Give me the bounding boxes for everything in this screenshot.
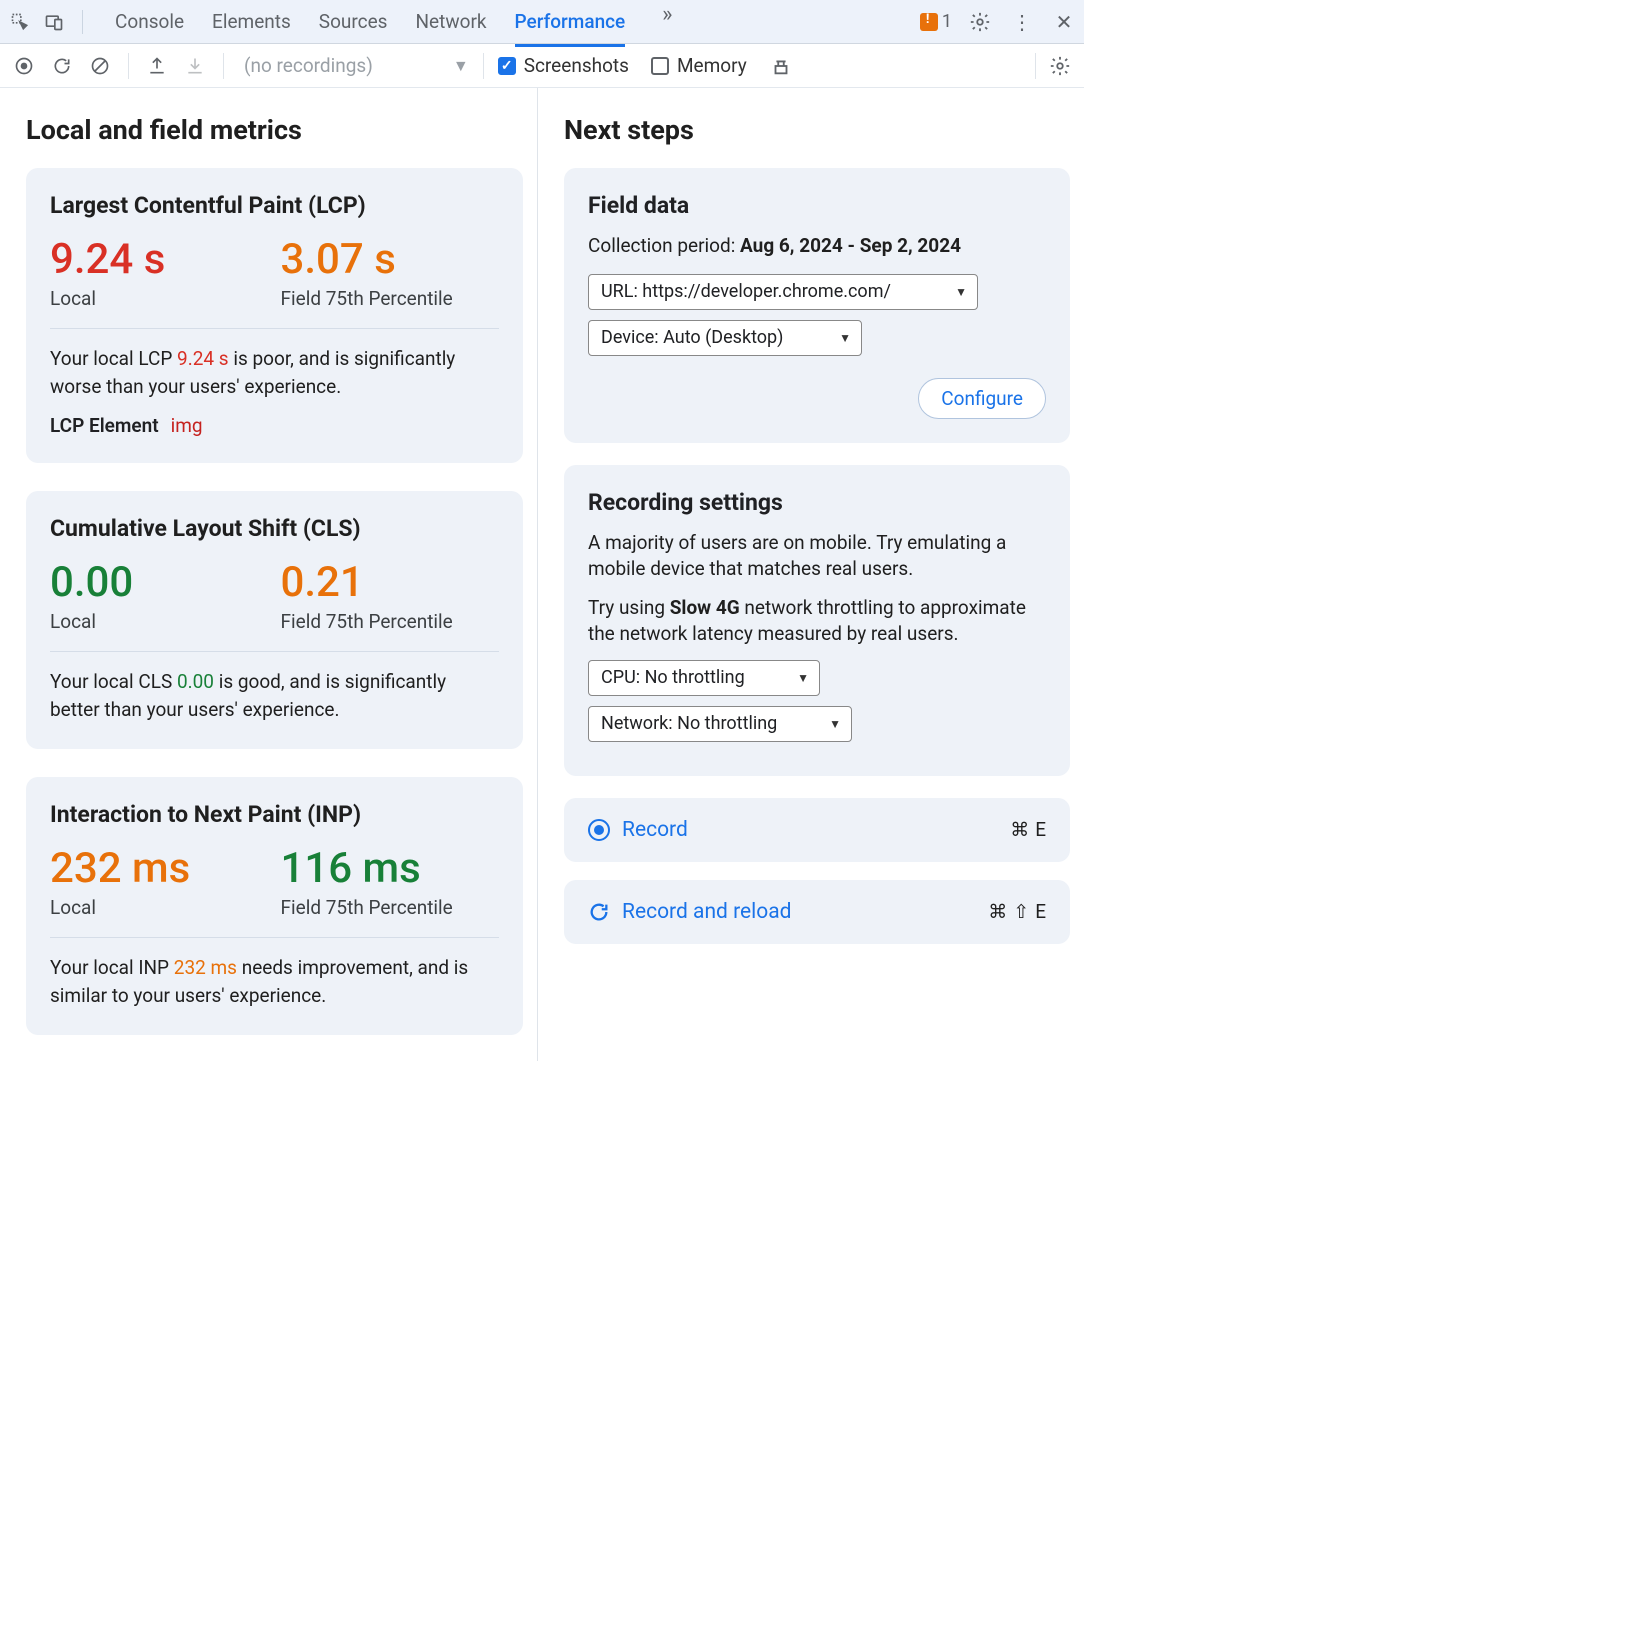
chevron-down-icon: ▼ (797, 671, 809, 685)
device-toolbar-icon[interactable] (40, 8, 68, 36)
cls-field-value: 0.21 (281, 562, 500, 604)
screenshots-label: Screenshots (524, 54, 629, 77)
lcp-local-label: Local (50, 287, 269, 310)
close-icon[interactable]: ✕ (1050, 8, 1078, 36)
lcp-field-label: Field 75th Percentile (281, 287, 500, 310)
record-icon (588, 819, 610, 841)
cls-card: Cumulative Layout Shift (CLS) 0.00 Local… (26, 491, 523, 749)
inspect-element-icon[interactable] (6, 8, 34, 36)
tab-elements[interactable]: Elements (212, 0, 291, 43)
memory-checkbox[interactable]: Memory (651, 54, 747, 77)
performance-toolbar: (no recordings) ▼ Screenshots Memory (0, 44, 1084, 88)
tab-console[interactable]: Console (115, 0, 184, 43)
cls-field-label: Field 75th Percentile (281, 610, 500, 633)
collection-period: Collection period: Aug 6, 2024 - Sep 2, … (588, 233, 1046, 260)
lcp-field-value: 3.07 s (281, 239, 500, 281)
chevron-down-icon: ▼ (829, 717, 841, 731)
next-steps-heading: Next steps (564, 114, 1070, 146)
tab-performance[interactable]: Performance (515, 0, 626, 43)
lcp-element-label: LCP Element (50, 414, 159, 437)
lcp-explain: Your local LCP 9.24 s is poor, and is si… (50, 345, 499, 400)
settings-gear-icon[interactable] (966, 8, 994, 36)
record-reload-label: Record and reload (622, 900, 792, 924)
inp-heading: Interaction to Next Paint (INP) (50, 801, 499, 828)
recording-paragraph-2: Try using Slow 4G network throttling to … (588, 595, 1046, 648)
record-reload-shortcut: ⌘ ⇧ E (988, 900, 1046, 923)
device-select[interactable]: Device: Auto (Desktop)▼ (588, 320, 862, 356)
lcp-card: Largest Contentful Paint (LCP) 9.24 s Lo… (26, 168, 523, 463)
recording-settings-card: Recording settings A majority of users a… (564, 465, 1070, 776)
cls-explain: Your local CLS 0.00 is good, and is sign… (50, 668, 499, 723)
devtools-tabbar: Console Elements Sources Network Perform… (0, 0, 1084, 44)
cpu-throttling-select[interactable]: CPU: No throttling▼ (588, 660, 820, 696)
chevron-down-icon[interactable]: ▼ (453, 56, 469, 76)
download-icon[interactable] (181, 52, 209, 80)
cls-local-label: Local (50, 610, 269, 633)
warning-count: 1 (942, 11, 952, 32)
inp-field-value: 116 ms (281, 848, 500, 890)
memory-label: Memory (677, 54, 747, 77)
tab-network[interactable]: Network (415, 0, 486, 43)
url-select[interactable]: URL: https://developer.chrome.com/▼ (588, 274, 978, 310)
record-button-icon[interactable] (10, 52, 38, 80)
inp-card: Interaction to Next Paint (INP) 232 ms L… (26, 777, 523, 1035)
inp-explain: Your local INP 232 ms needs improvement,… (50, 954, 499, 1009)
record-reload-action[interactable]: Record and reload ⌘ ⇧ E (564, 880, 1070, 944)
inp-field-label: Field 75th Percentile (281, 896, 500, 919)
recordings-dropdown[interactable]: (no recordings) (244, 54, 373, 77)
configure-button[interactable]: Configure (918, 378, 1046, 419)
inp-local-label: Local (50, 896, 269, 919)
record-shortcut: ⌘ E (1010, 818, 1046, 841)
cls-heading: Cumulative Layout Shift (CLS) (50, 515, 499, 542)
chevron-down-icon: ▼ (839, 331, 851, 345)
recording-settings-heading: Recording settings (588, 489, 1046, 516)
inp-local-value: 232 ms (50, 848, 269, 890)
record-action[interactable]: Record ⌘ E (564, 798, 1070, 862)
lcp-element-value[interactable]: img (171, 414, 203, 437)
upload-icon[interactable] (143, 52, 171, 80)
tab-sources[interactable]: Sources (319, 0, 388, 43)
cls-local-value: 0.00 (50, 562, 269, 604)
lcp-local-value: 9.24 s (50, 239, 269, 281)
metrics-heading: Local and field metrics (26, 114, 523, 146)
garbage-collect-icon[interactable] (767, 52, 795, 80)
more-tabs-icon[interactable]: » (653, 0, 681, 28)
record-label: Record (622, 818, 688, 842)
more-menu-icon[interactable]: ⋮ (1008, 8, 1036, 36)
warning-icon (920, 13, 938, 31)
reload-icon (588, 901, 610, 923)
panel-settings-gear-icon[interactable] (1046, 52, 1074, 80)
chevron-down-icon: ▼ (955, 285, 967, 299)
checkbox-icon (651, 57, 669, 75)
lcp-heading: Largest Contentful Paint (LCP) (50, 192, 499, 219)
checkbox-icon (498, 57, 516, 75)
clear-icon[interactable] (86, 52, 114, 80)
reload-icon[interactable] (48, 52, 76, 80)
network-throttling-select[interactable]: Network: No throttling▼ (588, 706, 852, 742)
screenshots-checkbox[interactable]: Screenshots (498, 54, 629, 77)
field-data-card: Field data Collection period: Aug 6, 202… (564, 168, 1070, 443)
recording-paragraph-1: A majority of users are on mobile. Try e… (588, 530, 1046, 583)
warnings-badge[interactable]: 1 (920, 11, 952, 32)
field-data-heading: Field data (588, 192, 1046, 219)
